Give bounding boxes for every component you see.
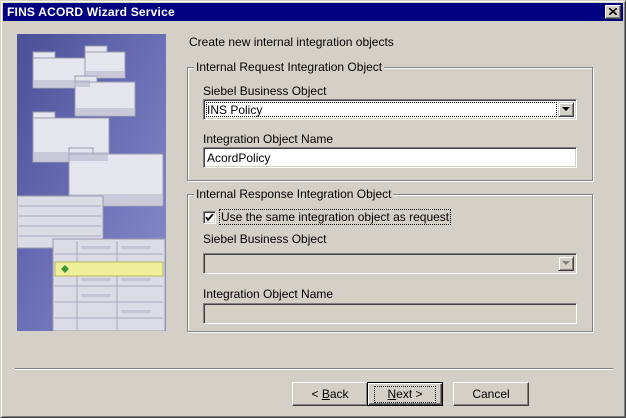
request-business-object-select[interactable]: INS Policy: [203, 99, 577, 120]
response-business-object-label: Siebel Business Object: [203, 232, 327, 246]
dropdown-button[interactable]: [558, 256, 574, 271]
page-heading: Create new internal integration objects: [189, 35, 394, 49]
window-title: FINS ACORD Wizard Service: [7, 5, 175, 19]
same-as-request-label[interactable]: Use the same integration object as reque…: [219, 209, 452, 225]
request-integration-name-label: Integration Object Name: [203, 132, 334, 146]
chevron-down-icon: [562, 107, 570, 111]
request-integration-name-input[interactable]: AcordPolicy: [203, 147, 577, 168]
wizard-window: FINS ACORD Wizard Service Create new int…: [0, 0, 626, 418]
request-business-object-value: INS Policy: [207, 103, 263, 117]
next-button-label: Next >: [374, 385, 436, 403]
next-button[interactable]: Next >: [367, 382, 443, 406]
response-integration-name-label: Integration Object Name: [203, 287, 334, 301]
cancel-button[interactable]: Cancel: [453, 382, 529, 406]
request-business-object-label: Siebel Business Object: [203, 84, 327, 98]
title-bar[interactable]: FINS ACORD Wizard Service: [3, 3, 623, 21]
response-business-object-select[interactable]: [203, 253, 577, 274]
dropdown-button[interactable]: [558, 102, 574, 117]
checkmark-icon: [205, 213, 214, 222]
wizard-illustration: [17, 34, 166, 331]
chevron-down-icon: [562, 261, 570, 265]
request-integration-name-value: AcordPolicy: [207, 151, 271, 165]
footer-separator: [15, 368, 613, 370]
close-icon: [609, 8, 617, 15]
request-group-legend: Internal Request Integration Object: [194, 60, 385, 74]
close-button[interactable]: [605, 5, 621, 19]
back-button-label: < Back: [311, 386, 349, 401]
same-as-request-checkbox[interactable]: [203, 211, 216, 224]
response-group-legend: Internal Response Integration Object: [194, 187, 394, 201]
response-integration-name-input[interactable]: [203, 303, 577, 324]
back-button[interactable]: < Back: [292, 382, 368, 406]
